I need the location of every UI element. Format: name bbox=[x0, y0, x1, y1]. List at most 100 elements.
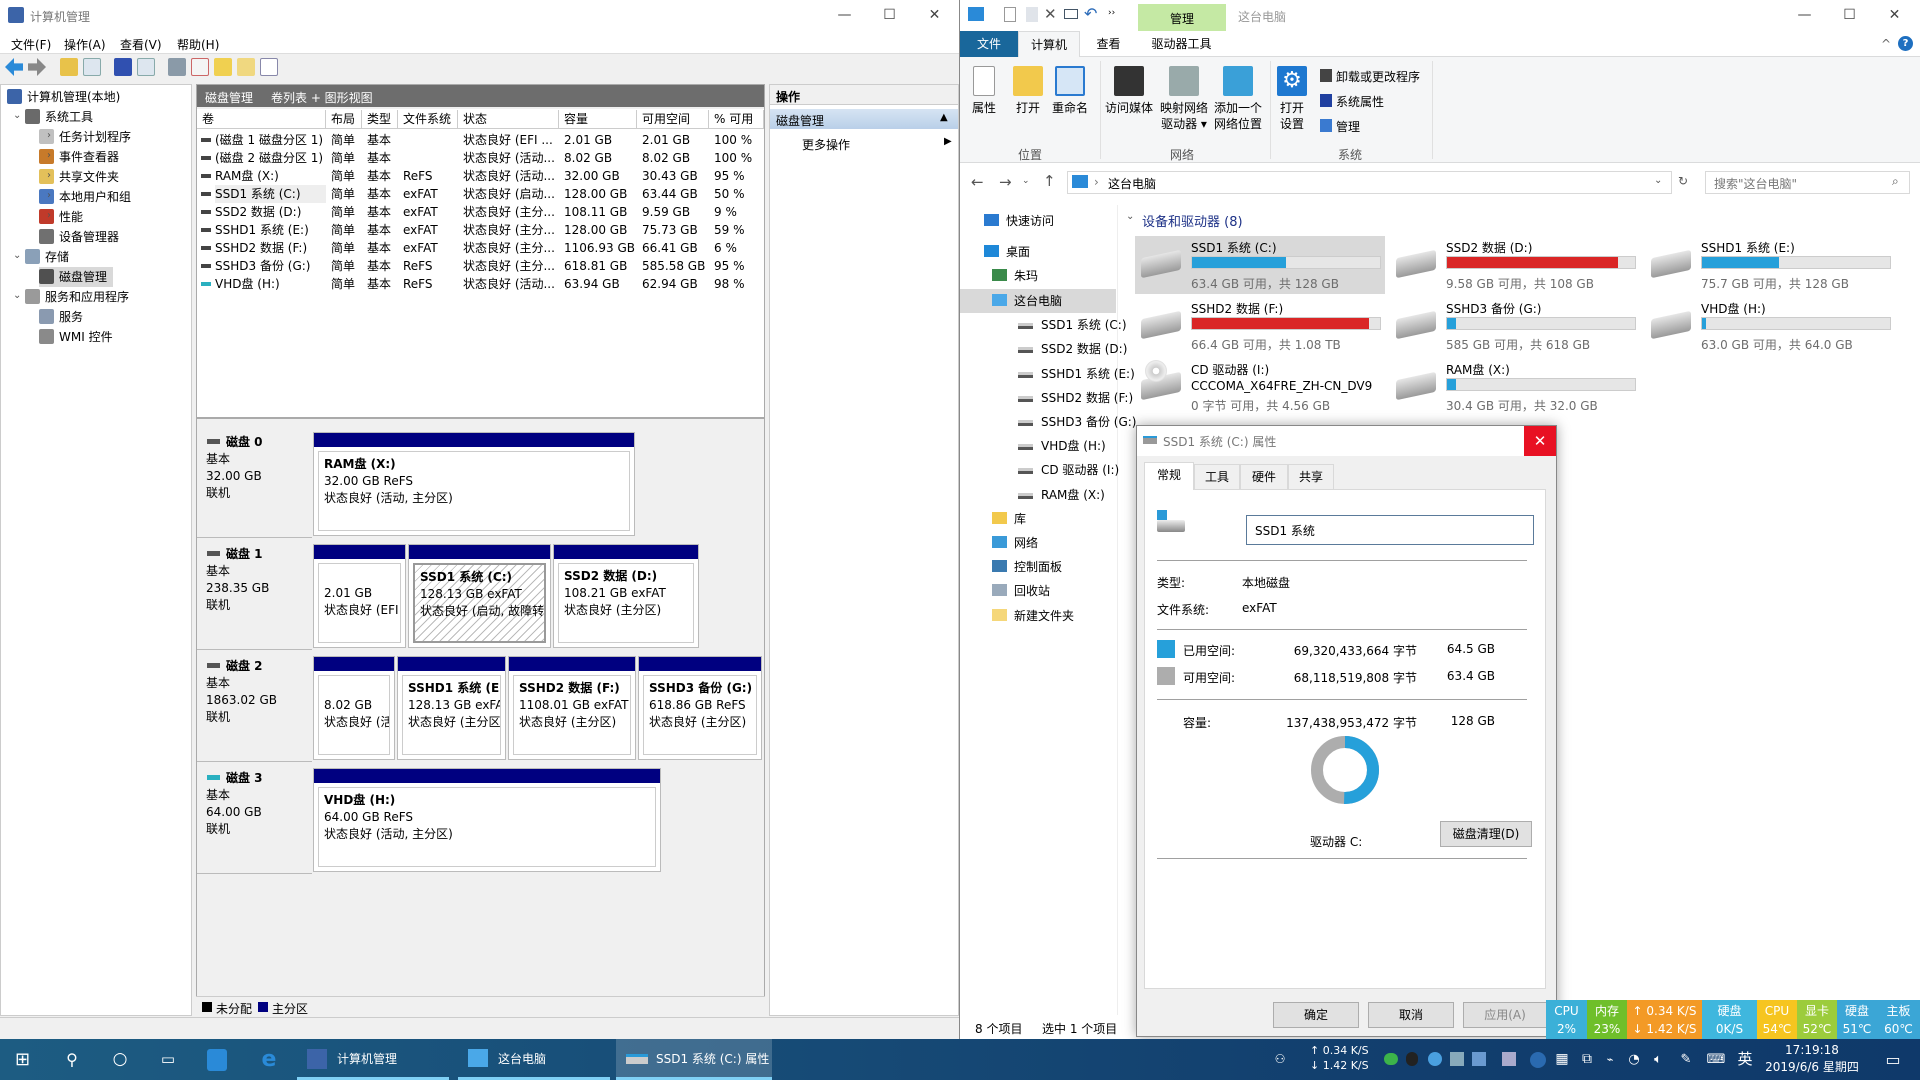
ribbon-open-button[interactable]: 打开 bbox=[1010, 66, 1046, 116]
input-method-indicator[interactable]: 英 bbox=[1734, 1039, 1756, 1080]
tree-item[interactable]: 本地用户和组 bbox=[39, 187, 131, 207]
nav-item[interactable]: 回收站 bbox=[960, 579, 1116, 603]
qa-properties-icon[interactable] bbox=[1004, 7, 1016, 22]
tab-view[interactable]: 查看 bbox=[1080, 31, 1137, 57]
drive-tile[interactable]: SSD2 数据 (D:) 9.58 GB 可用，共 108 GB bbox=[1390, 236, 1640, 294]
keyboard-icon[interactable]: ⌨ bbox=[1702, 1039, 1730, 1080]
close-button[interactable]: ✕ bbox=[1872, 0, 1917, 30]
tree-item[interactable]: 系统工具 bbox=[25, 107, 93, 127]
tray-app-icon[interactable] bbox=[1472, 1052, 1486, 1066]
ribbon-rename-button[interactable]: 重命名 bbox=[1048, 66, 1092, 116]
partition[interactable]: VHD盘 (H:) 64.00 GB ReFS 状态良好 (活动, 主分区) bbox=[313, 768, 661, 872]
tab-general[interactable]: 常规 bbox=[1144, 462, 1194, 490]
nav-item[interactable]: 朱玛 bbox=[960, 264, 1116, 288]
tab-tools[interactable]: 工具 bbox=[1194, 464, 1240, 489]
qa-undo-icon[interactable]: ↶ bbox=[1084, 4, 1097, 23]
chevron-right-icon[interactable]: › bbox=[47, 130, 51, 141]
tree-item[interactable]: 任务计划程序 bbox=[39, 127, 131, 147]
qa-customize-icon[interactable]: ›› bbox=[1108, 8, 1115, 18]
tree-item[interactable]: 服务 bbox=[39, 307, 83, 327]
column-header[interactable]: 容量 bbox=[559, 110, 637, 129]
tree-item[interactable]: WMI 控件 bbox=[39, 327, 113, 347]
taskbar-app-this-pc[interactable]: 这台电脑 bbox=[458, 1039, 610, 1080]
partition[interactable]: RAM盘 (X:) 32.00 GB ReFS 状态良好 (活动, 主分区) bbox=[313, 432, 635, 536]
table-cell[interactable]: SSHD2 数据 (F:) bbox=[215, 239, 326, 257]
menu-action[interactable]: 操作(A) bbox=[64, 36, 106, 53]
nav-item[interactable]: SSHD3 备份 (G:) bbox=[960, 410, 1136, 434]
table-cell[interactable]: VHD盘 (H:) bbox=[215, 275, 326, 293]
tree-item[interactable]: 设备管理器 bbox=[39, 227, 119, 247]
wifi-icon[interactable]: ◔ bbox=[1624, 1039, 1644, 1080]
recent-locations-button[interactable]: ⌄ bbox=[1022, 176, 1030, 186]
table-cell[interactable]: RAM盘 (X:) bbox=[215, 167, 326, 185]
partition[interactable]: SSHD1 系统 (E:) 128.13 GB exFAT 状态良好 (主分区) bbox=[397, 656, 506, 760]
disk-label[interactable]: 磁盘 3 基本 64.00 GB 联机 bbox=[197, 764, 312, 874]
nav-item[interactable]: RAM盘 (X:) bbox=[960, 483, 1116, 507]
ribbon-collapse-icon[interactable]: ^ bbox=[1881, 37, 1891, 51]
forward-icon[interactable] bbox=[28, 58, 46, 76]
nav-item[interactable]: CD 驱动器 (I:) bbox=[960, 458, 1119, 482]
volume-icon[interactable]: 🔈︎ bbox=[1648, 1039, 1668, 1080]
drive-tile[interactable]: RAM盘 (X:) 30.4 GB 可用，共 32.0 GB bbox=[1390, 358, 1640, 416]
table-cell[interactable]: (磁盘 1 磁盘分区 1) bbox=[215, 131, 326, 149]
forward-button[interactable]: → bbox=[999, 173, 1012, 191]
qa-newfolder-icon[interactable] bbox=[1026, 7, 1038, 22]
cortana-icon[interactable]: ○ bbox=[100, 1039, 140, 1080]
column-header[interactable]: 卷 bbox=[197, 110, 326, 129]
search-folder-icon[interactable] bbox=[237, 58, 255, 76]
context-tab-manage[interactable]: 管理 bbox=[1138, 4, 1226, 31]
tab-computer[interactable]: 计算机 bbox=[1018, 31, 1080, 57]
tray-app-icon[interactable] bbox=[1428, 1052, 1442, 1066]
ribbon-add-network-location-button[interactable]: 添加一个 网络位置 bbox=[1210, 66, 1266, 132]
volume-name-input[interactable]: SSD1 系统 bbox=[1246, 515, 1534, 545]
ok-button[interactable]: 确定 bbox=[1273, 1002, 1359, 1028]
disk-label[interactable]: 磁盘 1 基本 238.35 GB 联机 bbox=[197, 540, 312, 650]
actions-more[interactable]: 更多操作 ▶ bbox=[770, 133, 958, 153]
chevron-right-icon[interactable]: › bbox=[47, 150, 51, 161]
drive-tile[interactable]: SSHD1 系统 (E:) 75.7 GB 可用，共 128 GB bbox=[1645, 236, 1895, 294]
disk-cleanup-button[interactable]: 磁盘清理(D) bbox=[1440, 821, 1532, 847]
nav-item[interactable]: 快速访问 bbox=[960, 209, 1116, 233]
nav-item[interactable]: 库 bbox=[960, 507, 1116, 531]
menu-file[interactable]: 文件(F) bbox=[11, 36, 51, 53]
partition[interactable]: SSD2 数据 (D:) 108.21 GB exFAT 状态良好 (主分区) bbox=[553, 544, 699, 648]
breadcrumb-this-pc[interactable]: 这台电脑 bbox=[1108, 175, 1156, 192]
help-icon[interactable]: ? bbox=[1898, 36, 1913, 51]
taskbar-app-properties[interactable]: SSD1 系统 (C:) 属性 bbox=[616, 1039, 772, 1080]
up-folder-icon[interactable] bbox=[60, 58, 78, 76]
nav-item[interactable]: SSHD1 系统 (E:) bbox=[960, 362, 1135, 386]
section-devices-drives[interactable]: 设备和驱动器 (8) bbox=[1142, 211, 1243, 230]
qa-delete-icon[interactable]: ✕ bbox=[1044, 5, 1057, 23]
section-collapse-icon[interactable]: ⌄ bbox=[1126, 211, 1134, 222]
minimize-button[interactable]: — bbox=[822, 0, 867, 30]
clock[interactable]: 17:19:18 2019/6/6 星期四 bbox=[1762, 1042, 1862, 1076]
chevron-right-icon[interactable]: › bbox=[47, 190, 51, 201]
minimize-button[interactable]: — bbox=[1782, 0, 1827, 30]
task-view-icon[interactable]: ▭ bbox=[148, 1039, 188, 1080]
dialog-close-button[interactable]: ✕ bbox=[1524, 426, 1556, 456]
nav-item[interactable]: SSD2 数据 (D:) bbox=[960, 337, 1127, 361]
nav-item[interactable]: 这台电脑 bbox=[960, 289, 1116, 313]
tree-item[interactable]: 计算机管理(本地) bbox=[7, 87, 120, 107]
tab-drive-tools[interactable]: 驱动器工具 bbox=[1137, 31, 1226, 57]
nav-item[interactable]: SSHD2 数据 (F:) bbox=[960, 386, 1133, 410]
qq-icon[interactable] bbox=[1406, 1052, 1418, 1066]
notification-icon[interactable]: ▭ bbox=[1878, 1039, 1908, 1080]
windows-icon[interactable]: ⧉ bbox=[1577, 1039, 1597, 1080]
list-icon[interactable] bbox=[260, 58, 278, 76]
tab-file[interactable]: 文件 bbox=[960, 31, 1018, 57]
ribbon-map-drive-button[interactable]: 映射网络 驱动器 ▾ bbox=[1156, 66, 1212, 132]
partition[interactable]: 8.02 GB 状态良好 (活 bbox=[313, 656, 395, 760]
column-header[interactable]: 类型 bbox=[362, 110, 398, 129]
menu-help[interactable]: 帮助(H) bbox=[177, 36, 219, 53]
drive-tile[interactable]: VHD盘 (H:) 63.0 GB 可用，共 64.0 GB bbox=[1645, 297, 1895, 355]
chevron-right-icon[interactable]: › bbox=[47, 210, 51, 221]
nav-item[interactable]: 新建文件夹 bbox=[960, 604, 1116, 628]
column-header[interactable]: 状态 bbox=[458, 110, 559, 129]
ribbon-properties-button[interactable]: 属性 bbox=[966, 66, 1002, 116]
maximize-button[interactable]: ☐ bbox=[1827, 0, 1872, 30]
chevron-down-icon[interactable]: ⌄ bbox=[13, 250, 21, 261]
column-header[interactable]: 文件系统 bbox=[398, 110, 458, 129]
cancel-button[interactable]: 取消 bbox=[1368, 1002, 1454, 1028]
partition[interactable]: 2.01 GB 状态良好 (EFI bbox=[313, 544, 406, 648]
